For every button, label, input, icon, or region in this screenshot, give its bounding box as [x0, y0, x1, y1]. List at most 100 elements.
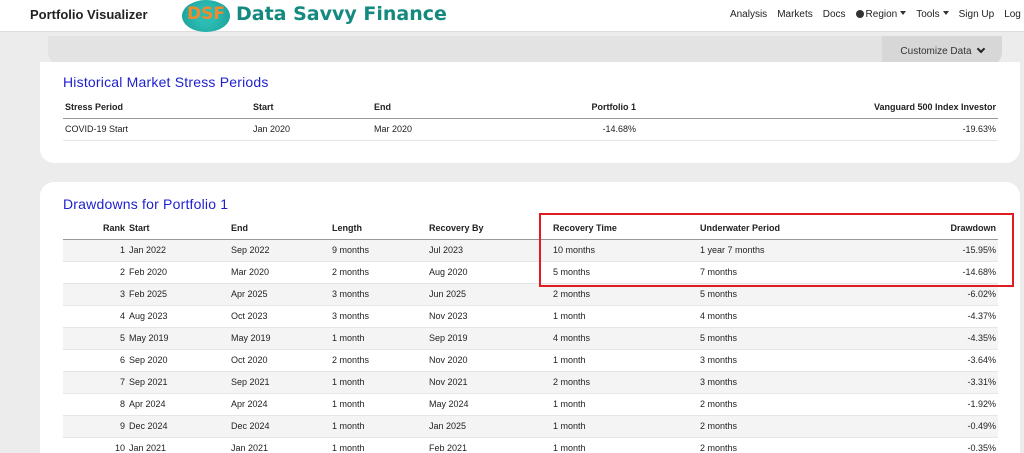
cell: COVID-19 Start	[63, 118, 251, 141]
cell-recovery-by: Nov 2021	[427, 371, 551, 394]
nav-sign-up[interactable]: Sign Up	[959, 9, 995, 20]
table-row: 7 Sep 2021 Sep 2021 1 month Nov 2021 2 months…	[63, 371, 998, 394]
cell-recovery-by: Jan 2025	[427, 415, 551, 438]
cell-end: Mar 2020	[229, 261, 330, 284]
cell-underwater-period: 7 months	[698, 261, 848, 284]
table-row: COVID-19 Start Jan 2020 Mar 2020 -14.68%…	[63, 118, 998, 141]
cell-recovery-by: Nov 2020	[427, 349, 551, 372]
cell-drawdown: -14.68%	[848, 261, 998, 284]
cell-start: Feb 2020	[127, 261, 229, 284]
cell-drawdown: -3.31%	[848, 371, 998, 394]
cell-length: 9 months	[330, 239, 427, 262]
nav-tools[interactable]: Tools	[916, 9, 949, 20]
cell-length: 1 month	[330, 371, 427, 394]
nav-analysis[interactable]: Analysis	[730, 9, 767, 20]
cell-end: May 2019	[229, 327, 330, 350]
caret-down-icon	[942, 11, 949, 15]
cell-end: Apr 2024	[229, 393, 330, 416]
col-end: End	[372, 96, 512, 119]
brand-name[interactable]: Data Savvy Finance	[236, 3, 447, 25]
cell-rank: 9	[63, 415, 127, 438]
cell-recovery-by: Nov 2023	[427, 305, 551, 328]
dsf-logo[interactable]: DSF	[182, 0, 230, 32]
cell-recovery-by: Aug 2020	[427, 261, 551, 284]
cell-recovery-by: Sep 2019	[427, 327, 551, 350]
cell-rank: 6	[63, 349, 127, 372]
cell-recovery-by: Feb 2021	[427, 437, 551, 453]
stress-periods-card: Historical Market Stress Periods Stress …	[40, 62, 1020, 163]
cell-recovery-time: 1 month	[551, 393, 698, 416]
table-header-row: Rank Start End Length Recovery By Recove…	[63, 217, 998, 240]
table-row: 8 Apr 2024 Apr 2024 1 month May 2024 1 month 2…	[63, 393, 998, 416]
col-recovery-time: Recovery Time	[551, 217, 698, 240]
cell: -14.68%	[512, 118, 638, 141]
drawdowns-title: Drawdowns for Portfolio 1	[63, 196, 229, 212]
table-header-row: Stress Period Start End Portfolio 1 Vang…	[63, 96, 998, 119]
col-end: End	[229, 217, 330, 240]
table-row: 4 Aug 2023 Oct 2023 3 months Nov 2023 1 month…	[63, 305, 998, 328]
cell-end: Sep 2021	[229, 371, 330, 394]
cell-underwater-period: 5 months	[698, 327, 848, 350]
col-rank: Rank	[63, 217, 127, 240]
cell-length: 3 months	[330, 283, 427, 306]
table-row: 5 May 2019 May 2019 1 month Sep 2019 4 months…	[63, 327, 998, 350]
cell-recovery-time: 10 months	[551, 239, 698, 262]
col-start: Start	[127, 217, 229, 240]
col-stress-period: Stress Period	[63, 96, 251, 119]
table-row: 10 Jan 2021 Jan 2021 1 month Feb 2021 1 month…	[63, 437, 998, 453]
table-row: 3 Feb 2025 Apr 2025 3 months Jun 2025 2 month…	[63, 283, 998, 306]
cell-recovery-time: 1 month	[551, 305, 698, 328]
table-row: 2 Feb 2020 Mar 2020 2 months Aug 2020 5 month…	[63, 261, 998, 284]
col-length: Length	[330, 217, 427, 240]
cell-recovery-by: Jun 2025	[427, 283, 551, 306]
cell-drawdown: -0.49%	[848, 415, 998, 438]
cell-underwater-period: 4 months	[698, 305, 848, 328]
chevron-down-icon	[976, 44, 985, 54]
top-navbar: Portfolio Visualizer DSF Data Savvy Fina…	[0, 0, 1024, 32]
cell-drawdown: -1.92%	[848, 393, 998, 416]
nav-docs[interactable]: Docs	[823, 9, 846, 20]
table-row: 6 Sep 2020 Oct 2020 2 months Nov 2020 1 month…	[63, 349, 998, 372]
cell-end: Oct 2023	[229, 305, 330, 328]
cell-underwater-period: 2 months	[698, 393, 848, 416]
cell-end: Dec 2024	[229, 415, 330, 438]
cell-length: 1 month	[330, 415, 427, 438]
cell-underwater-period: 5 months	[698, 283, 848, 306]
col-portfolio-1: Portfolio 1	[512, 96, 638, 119]
cell-rank: 10	[63, 437, 127, 453]
cell-rank: 2	[63, 261, 127, 284]
cell-drawdown: -4.35%	[848, 327, 998, 350]
col-start: Start	[251, 96, 372, 119]
cell-recovery-time: 2 months	[551, 283, 698, 306]
col-underwater-period: Underwater Period	[698, 217, 848, 240]
cell-drawdown: -4.37%	[848, 305, 998, 328]
app-title[interactable]: Portfolio Visualizer	[30, 7, 148, 22]
cell-end: Jan 2021	[229, 437, 330, 453]
drawdowns-table: Rank Start End Length Recovery By Recove…	[63, 217, 998, 453]
cell-length: 3 months	[330, 305, 427, 328]
cell-rank: 1	[63, 239, 127, 262]
cell-length: 1 month	[330, 327, 427, 350]
cell-recovery-by: May 2024	[427, 393, 551, 416]
cell-recovery-time: 1 month	[551, 349, 698, 372]
nav-region[interactable]: Region	[855, 9, 907, 20]
caret-down-icon	[900, 11, 907, 15]
nav-log-in[interactable]: Log In	[1004, 9, 1024, 20]
nav-markets[interactable]: Markets	[777, 9, 813, 20]
col-recovery-by: Recovery By	[427, 217, 551, 240]
cell-drawdown: -3.64%	[848, 349, 998, 372]
col-drawdown: Drawdown	[848, 217, 998, 240]
cell-underwater-period: 3 months	[698, 371, 848, 394]
cell-underwater-period: 2 months	[698, 437, 848, 453]
cell-drawdown: -0.35%	[848, 437, 998, 453]
customize-data-label: Customize Data	[900, 45, 972, 57]
cell-recovery-time: 1 month	[551, 437, 698, 453]
cell-length: 1 month	[330, 393, 427, 416]
nav-region-label: Region	[865, 9, 898, 20]
cell-underwater-period: 3 months	[698, 349, 848, 372]
cell-end: Oct 2020	[229, 349, 330, 372]
globe-icon	[855, 10, 864, 18]
cell-rank: 7	[63, 371, 127, 394]
cell: -19.63%	[638, 118, 998, 141]
cell-end: Apr 2025	[229, 283, 330, 306]
